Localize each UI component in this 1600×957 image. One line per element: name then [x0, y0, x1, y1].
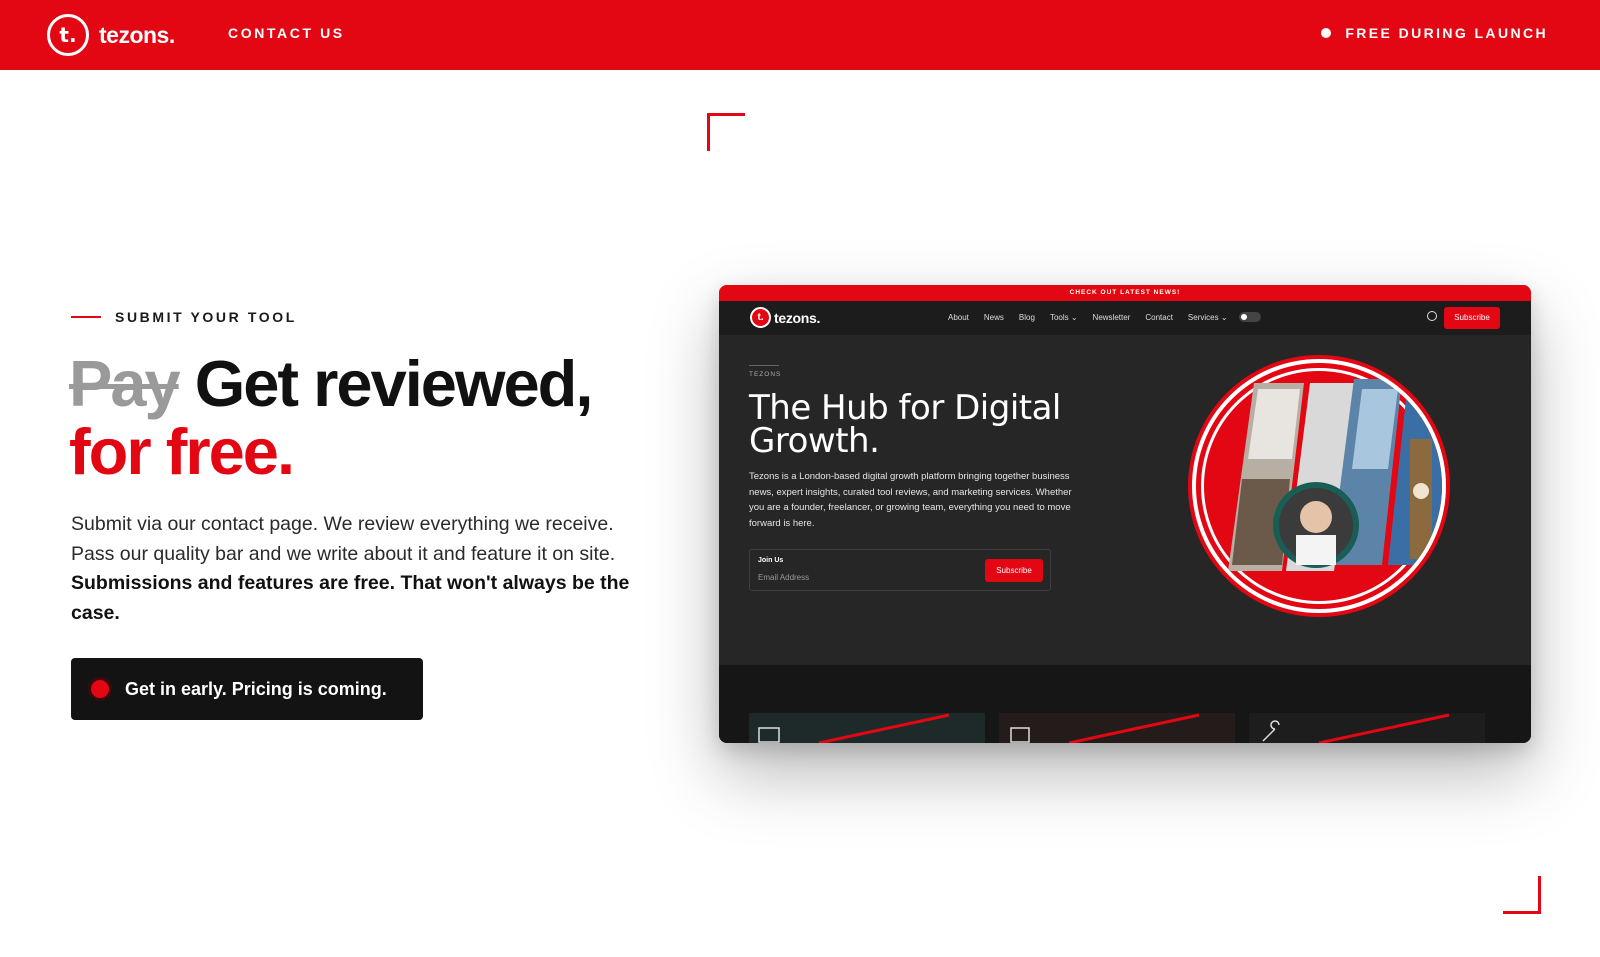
eyebrow-rule [71, 316, 101, 318]
preview-nav: t. tezons. About News Blog Tools ⌄ Newsl… [719, 301, 1531, 335]
preview-subscribe-button: Subscribe [1444, 307, 1500, 329]
headline-red: for free. [69, 415, 295, 488]
preview-lower-section [719, 665, 1531, 743]
collage-photos-icon [1228, 379, 1442, 571]
preview-nav-item: Tools ⌄ [1049, 312, 1078, 322]
brand-name: tezons. [99, 21, 175, 48]
eyebrow-label: SUBMIT YOUR TOOL [115, 309, 297, 325]
preview-search-icon [1427, 311, 1437, 321]
corner-bracket-bottom-right [1503, 876, 1541, 914]
logo-mark-icon: t. [47, 14, 89, 56]
status-dot-icon [1321, 28, 1332, 38]
site-preview-image: CHECK OUT LATEST NEWS! t. tezons. About … [719, 285, 1531, 743]
preview-eyebrow: TEZONS [749, 365, 782, 378]
hero-description: Submit via our contact page. We review e… [71, 510, 631, 628]
launch-badge-label: FREE DURING LAUNCH [1345, 25, 1548, 41]
preview-newsletter-form: Join Us Email Address Subscribe [749, 549, 1051, 591]
section-eyebrow: SUBMIT YOUR TOOL [71, 309, 297, 325]
theme-toggle-icon [1238, 312, 1261, 322]
contact-us-link[interactable]: CONTACT US [228, 25, 345, 41]
preview-nav-item: News [983, 312, 1004, 322]
headline-main: Get reviewed, [194, 347, 594, 420]
preview-hero-collage-image [1192, 359, 1446, 613]
hero-description-plain: Submit via our contact page. We review e… [71, 513, 616, 565]
preview-nav-item: Services ⌄ [1187, 312, 1228, 322]
preview-nav-item: About [948, 312, 969, 322]
top-bar: t. tezons. CONTACT US FREE DURING LAUNCH [0, 0, 1600, 70]
launch-badge: FREE DURING LAUNCH [1321, 25, 1548, 41]
preview-form-subscribe-button: Subscribe [985, 559, 1043, 582]
preview-form-label: Join Us [758, 557, 784, 564]
preview-description: Tezons is a London-based digital growth … [749, 471, 1072, 529]
preview-top-banner: CHECK OUT LATEST NEWS! [719, 285, 1531, 301]
headline-struck-word: Pay [69, 347, 181, 420]
preview-nav-item: Blog [1018, 312, 1035, 322]
preview-logo-mark: t. [750, 307, 771, 328]
logo-mark-text: t. [59, 23, 77, 47]
record-dot-icon [91, 680, 109, 698]
preview-nav-item: Contact [1145, 312, 1173, 322]
preview-email-field: Email Address [758, 573, 810, 582]
brand-logo[interactable]: t. tezons. [47, 14, 175, 56]
preview-hero: TEZONS The Hub for Digital Growth. Tezon… [719, 335, 1531, 665]
preview-title: The Hub for Digital Growth. [749, 388, 1061, 461]
corner-bracket-top-left [707, 113, 745, 151]
early-access-button-label: Get in early. Pricing is coming. [125, 678, 387, 699]
preview-logo: t. tezons. [750, 307, 820, 328]
preview-cards-icon [749, 713, 1485, 743]
preview-menu: About News Blog Tools ⌄ Newsletter Conta… [948, 312, 1276, 322]
page-title: Pay Get reviewed, for free. [69, 347, 594, 488]
early-access-button[interactable]: Get in early. Pricing is coming. [71, 658, 423, 720]
hero-description-bold: Submissions and features are free. That … [71, 572, 630, 624]
preview-logo-name: tezons. [774, 309, 821, 326]
preview-nav-item: Newsletter [1092, 312, 1131, 322]
